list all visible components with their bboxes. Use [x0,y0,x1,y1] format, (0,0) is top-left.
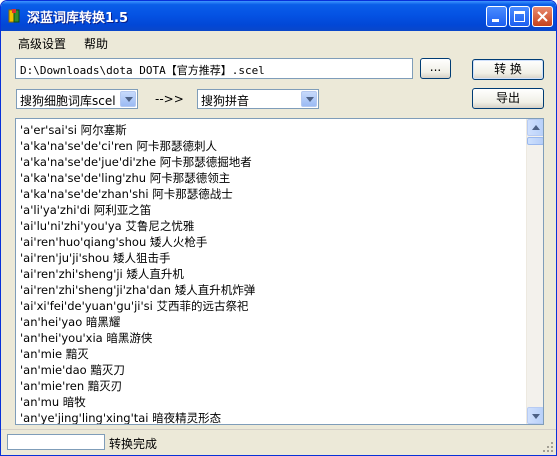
output-line: 'ai'lu'ni'zhi'you'ya 艾鲁尼之忧雅 [20,219,195,233]
output-line: 'an'mie'dao 黯灭刀 [20,363,125,377]
menu-bar: 高级设置 帮助 [1,31,556,53]
output-line: 'an'mie'ren 黯灭刃 [20,379,123,393]
file-path-input[interactable]: D:\Downloads\dota DOTA【官方推荐】.scel [15,58,413,79]
output-line: 'a'ka'na'se'de'zhan'shi 阿卡那瑟德战士 [20,187,233,201]
source-format-value: 搜狗细胞词库scel [20,94,116,108]
output-line: 'ai'ren'zhi'sheng'ji 矮人直升机 [20,267,184,281]
status-bar: 转换完成 [1,429,556,455]
output-line: 'ai'ren'zhi'sheng'ji'zha'dan 矮人直升机炸弹 [20,283,256,297]
close-icon [537,11,548,22]
output-lines: 'a'er'sai'si 阿尔塞斯 'a'ka'na'se'de'ci'ren 阿… [20,122,525,425]
minimize-icon [492,19,499,22]
output-line: 'an'mie 黯灭 [20,347,89,361]
scroll-thumb[interactable] [527,137,543,145]
close-button[interactable] [532,6,553,27]
output-line: 'a'er'sai'si 阿尔塞斯 [20,123,127,137]
scroll-up-arrow-icon[interactable] [527,119,543,136]
vertical-scrollbar[interactable] [526,119,543,424]
scroll-down-arrow-icon[interactable] [527,407,543,424]
progress-bar [7,434,105,450]
output-text-area[interactable]: 'a'er'sai'si 阿尔塞斯 'a'ka'na'se'de'ci'ren 阿… [15,118,544,425]
output-line: 'ai'xi'fei'de'yuan'gu'ji'si 艾西菲的远古祭祀 [20,299,249,313]
source-format-select[interactable]: 搜狗细胞词库scel [16,89,138,109]
output-line: 'a'ka'na'se'de'ling'zhu 阿卡那瑟德领主 [20,171,231,185]
window-title: 深蓝词库转换1.5 [27,11,129,26]
output-line: 'an'hei'you'xia 暗黑游侠 [20,331,153,345]
resize-grip-icon[interactable] [542,441,554,453]
book-icon [8,9,20,23]
conversion-arrow: -->> [155,92,184,106]
chevron-down-icon[interactable] [301,91,317,107]
status-text: 转换完成 [109,437,158,451]
browse-button[interactable]: ... [420,58,451,79]
title-bar[interactable]: 深蓝词库转换1.5 [1,1,556,31]
target-format-value: 搜狗拼音 [201,94,250,108]
target-format-select[interactable]: 搜狗拼音 [197,89,319,109]
minimize-button[interactable] [486,6,507,27]
output-line: 'an'ye'jing'ling'xing'tai 暗夜精灵形态 [20,411,222,425]
menu-advanced-settings[interactable]: 高级设置 [18,35,66,52]
main-window: 深蓝词库转换1.5 高级设置 帮助 D:\Downloads\dota DOTA… [0,0,557,456]
output-line: 'ai'ren'ju'ji'shou 矮人狙击手 [20,251,171,265]
output-line: 'a'li'ya'zhi'di 阿利亚之笛 [20,203,152,217]
maximize-icon [514,11,525,22]
output-line: 'an'hei'yao 暗黑耀 [20,315,121,329]
output-line: 'a'ka'na'se'de'jue'di'zhe 阿卡那瑟德掘地者 [20,155,252,169]
output-line: 'a'ka'na'se'de'ci'ren 阿卡那瑟德刺人 [20,139,217,153]
output-line: 'an'mu 暗牧 [20,395,86,409]
chevron-down-icon[interactable] [120,91,136,107]
output-line: 'ai'ren'huo'qiang'shou 矮人火枪手 [20,235,208,249]
convert-button[interactable]: 转 换 [472,59,544,80]
export-button[interactable]: 导出 [472,88,544,109]
menu-help[interactable]: 帮助 [84,35,108,52]
maximize-button[interactable] [509,6,530,27]
